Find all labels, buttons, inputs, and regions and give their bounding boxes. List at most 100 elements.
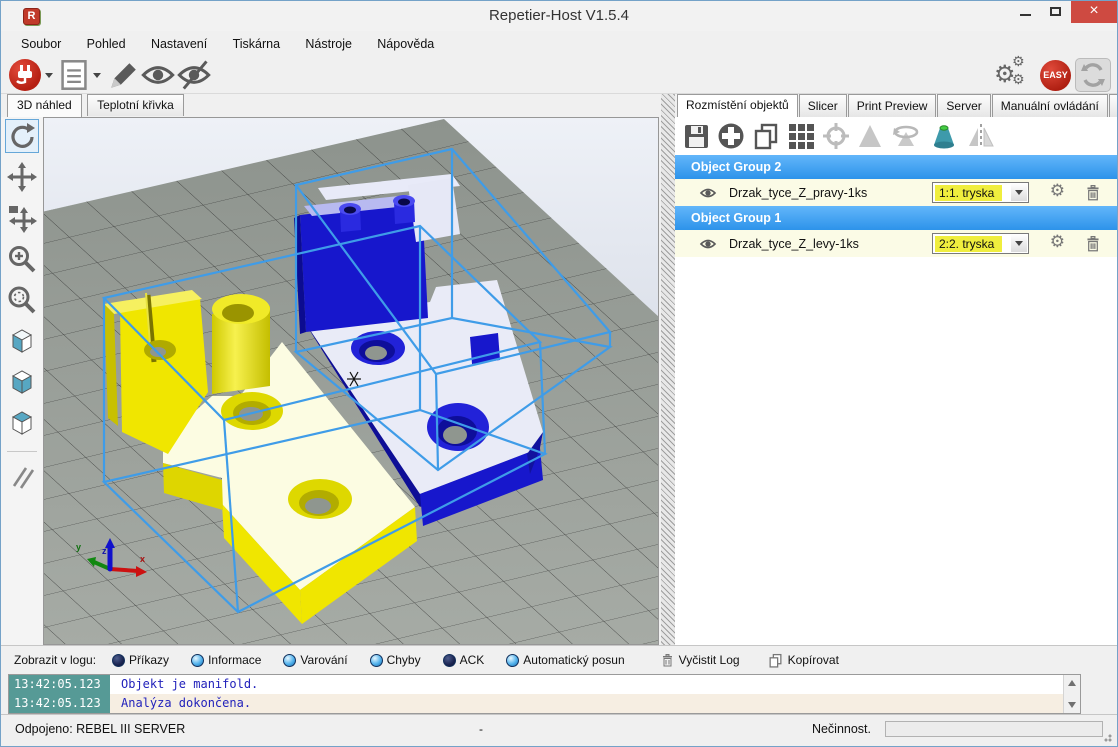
scroll-up-icon[interactable]	[1068, 680, 1076, 686]
minimize-button[interactable]	[1011, 1, 1041, 23]
tab-object-placement[interactable]: Rozmístění objektů	[677, 94, 798, 117]
clear-log-button[interactable]: Vyčistit Log	[661, 653, 740, 668]
parallel-projection-button[interactable]	[5, 460, 39, 494]
scale-object-button[interactable]	[857, 122, 883, 150]
maximize-button[interactable]	[1041, 1, 1071, 23]
move-object-icon	[7, 203, 37, 233]
tab-temperature-curve[interactable]: Teplotní křivka	[87, 94, 184, 116]
chevron-down-icon[interactable]	[1011, 184, 1027, 201]
center-object-button[interactable]	[822, 122, 850, 150]
copy-log-button[interactable]: Kopírovat	[768, 653, 839, 668]
printer-settings-button[interactable]: ⚙ ⚙ ⚙	[994, 58, 1034, 92]
pane-splitter[interactable]	[661, 94, 675, 645]
object-group-header[interactable]: Object Group 2	[675, 155, 1117, 179]
menu-item-soubor[interactable]: Soubor	[10, 31, 72, 57]
autoposition-button[interactable]	[787, 122, 815, 150]
isometric-view-button[interactable]	[5, 324, 39, 358]
object-row[interactable]: Drzak_tyce_Z_levy-1ks 2:2. tryska ⚙	[675, 230, 1117, 257]
cut-object-button[interactable]	[929, 122, 959, 150]
toggle-ack[interactable]: ACK	[443, 653, 485, 667]
front-view-button[interactable]	[5, 365, 39, 399]
extruder-select[interactable]: 1:1. tryska	[932, 182, 1029, 203]
axis-y-label: y	[76, 542, 81, 552]
copy-object-button[interactable]	[752, 122, 780, 150]
3d-viewport[interactable]: x y z	[43, 117, 659, 645]
cube-iso-icon	[7, 326, 37, 356]
extruder-select[interactable]: 2:2. tryska	[932, 233, 1029, 254]
tool-separator	[7, 451, 37, 452]
fit-view-button[interactable]	[5, 283, 39, 317]
orb-icon	[370, 654, 383, 667]
tab-slicer[interactable]: Slicer	[799, 94, 847, 117]
toggle-label: ACK	[460, 653, 485, 667]
window-title: Repetier-Host V1.5.4	[1, 1, 1117, 31]
delete-object-button[interactable]	[1085, 235, 1101, 253]
object-group-header[interactable]: Object Group 1	[675, 206, 1117, 230]
emergency-stop-button[interactable]	[1075, 58, 1111, 92]
log-message: Objekt je manifold.	[121, 675, 258, 694]
close-button[interactable]: ×	[1071, 1, 1117, 23]
clear-log-label: Vyčistit Log	[679, 653, 740, 667]
load-dropdown-arrow[interactable]	[93, 73, 101, 78]
title-bar[interactable]: R Repetier-Host V1.5.4 ×	[1, 1, 1117, 31]
extruder-value: 2:2. tryska	[935, 236, 1002, 252]
connect-button[interactable]	[9, 59, 41, 91]
gear-icon: ⚙	[1012, 54, 1025, 70]
scroll-down-icon[interactable]	[1068, 702, 1076, 708]
object-settings-button[interactable]: ⚙	[1050, 232, 1065, 252]
chevron-down-icon[interactable]	[1011, 235, 1027, 252]
axis-z-label: z	[102, 546, 107, 556]
object-name: Drzak_tyce_Z_pravy-1ks	[729, 186, 867, 200]
orb-icon	[443, 654, 456, 667]
toggle-info[interactable]: Informace	[191, 653, 261, 667]
visibility-eye-icon[interactable]	[699, 237, 717, 251]
object-name: Drzak_tyce_Z_levy-1ks	[729, 237, 859, 251]
toggle-errors[interactable]: Chyby	[370, 653, 421, 667]
rotate-object-button[interactable]	[890, 122, 922, 150]
easy-mode-button[interactable]: EASY	[1040, 60, 1071, 91]
tab-sd-card[interactable]: SD karta	[1109, 94, 1118, 117]
delete-object-button[interactable]	[1085, 184, 1101, 202]
rotate-view-button[interactable]	[5, 119, 39, 153]
menu-item-napoveda[interactable]: Nápověda	[366, 31, 445, 57]
toggle-label: Chyby	[387, 653, 421, 667]
tab-3d-view[interactable]: 3D náhled	[7, 94, 82, 117]
add-object-button[interactable]	[717, 122, 745, 150]
load-button[interactable]	[59, 59, 89, 91]
log-filter-bar: Zobrazit v logu: Příkazy Informace Varov…	[1, 645, 1117, 674]
orb-icon	[112, 654, 125, 667]
object-row[interactable]: Drzak_tyce_Z_pravy-1ks 1:1. tryska ⚙	[675, 179, 1117, 206]
mirror-object-button[interactable]	[966, 122, 996, 150]
move-object-button[interactable]	[5, 201, 39, 235]
connect-dropdown-arrow[interactable]	[45, 73, 53, 78]
menu-item-pohled[interactable]: Pohled	[76, 31, 137, 57]
zoom-button[interactable]	[5, 242, 39, 276]
top-view-button[interactable]	[5, 406, 39, 440]
log-output: 13:42:05.123 Objekt je manifold. 13:42:0…	[8, 674, 1081, 714]
menu-item-nastaveni[interactable]: Nastavení	[140, 31, 218, 57]
menu-item-tiskarna[interactable]: Tiskárna	[222, 31, 291, 57]
orb-icon	[283, 654, 296, 667]
toggle-label: Automatický posun	[523, 653, 624, 667]
rotate-icon	[8, 122, 36, 150]
toggle-commands[interactable]: Příkazy	[112, 653, 169, 667]
save-button[interactable]	[683, 123, 710, 150]
log-row: 13:42:05.123 Objekt je manifold.	[9, 675, 1080, 694]
tab-print-preview[interactable]: Print Preview	[848, 94, 937, 117]
menu-item-nastroje[interactable]: Nástroje	[294, 31, 363, 57]
show-filament-button[interactable]	[141, 59, 175, 91]
cube-front-icon	[7, 367, 37, 397]
object-settings-button[interactable]: ⚙	[1050, 181, 1065, 201]
progress-bar	[885, 721, 1103, 737]
tab-server[interactable]: Server	[937, 94, 990, 117]
visibility-eye-icon[interactable]	[699, 186, 717, 200]
toggle-autoscroll[interactable]: Automatický posun	[506, 653, 624, 667]
log-scrollbar[interactable]	[1063, 675, 1080, 713]
edit-button[interactable]	[107, 59, 139, 91]
resize-grip[interactable]	[1104, 732, 1114, 742]
eye-icon	[141, 59, 175, 91]
move-view-button[interactable]	[5, 160, 39, 194]
toggle-warnings[interactable]: Varování	[283, 653, 347, 667]
hide-travel-button[interactable]	[177, 59, 211, 91]
tab-manual-control[interactable]: Manuální ovládání	[992, 94, 1108, 117]
